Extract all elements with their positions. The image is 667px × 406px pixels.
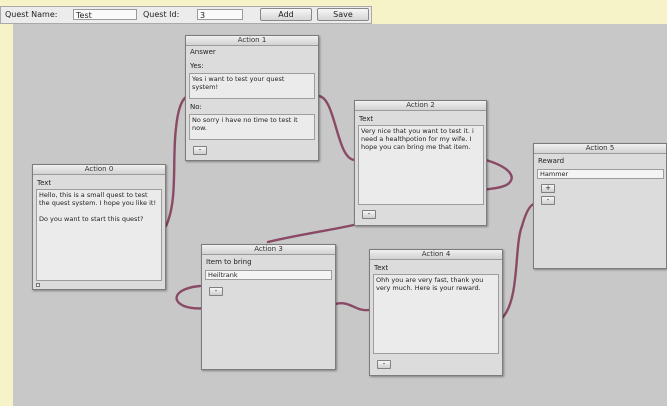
node-type-label: Reward	[538, 157, 565, 165]
connection-action3-action4	[333, 301, 371, 312]
remove-button[interactable]: -	[209, 287, 223, 296]
connection-action1-yes-action2	[316, 94, 357, 162]
connection-action4-action5	[500, 202, 536, 320]
remove-button[interactable]: -	[362, 210, 376, 219]
reward-field[interactable]: Hammer	[537, 169, 664, 179]
node-title[interactable]: Action 1	[186, 36, 318, 46]
node-type-label: Answer	[190, 48, 216, 56]
quest-id-input[interactable]: 3	[197, 9, 243, 20]
node-text-area[interactable]: Ohh you are very fast, thank you very mu…	[373, 274, 499, 354]
node-title[interactable]: Action 2	[355, 101, 486, 111]
yes-label: Yes:	[190, 62, 204, 70]
no-label: No:	[190, 103, 202, 111]
node-action-3[interactable]: Action 3 Item to bring Heiltrank -	[201, 244, 336, 370]
remove-button[interactable]: -	[377, 360, 391, 369]
quest-id-label: Quest Id:	[143, 10, 180, 19]
node-action-1[interactable]: Action 1 Answer Yes: Yes i want to test …	[185, 35, 319, 161]
quest-name-label: Quest Name:	[5, 10, 58, 19]
connection-action2-action3	[266, 220, 368, 244]
node-type-label: Item to bring	[206, 258, 252, 266]
connection-action0-action1	[164, 95, 188, 228]
node-text-area[interactable]: Hello, this is a small quest to test the…	[36, 189, 162, 281]
node-type-label: Text	[374, 264, 389, 272]
node-title[interactable]: Action 5	[534, 144, 666, 154]
remove-button[interactable]: -	[193, 146, 207, 155]
connection-handle-icon[interactable]	[36, 283, 40, 287]
node-title[interactable]: Action 0	[33, 165, 165, 175]
save-button[interactable]: Save	[317, 8, 369, 21]
node-title[interactable]: Action 3	[202, 245, 335, 255]
node-action-4[interactable]: Action 4 Text Ohh you are very fast, tha…	[369, 249, 503, 376]
add-button[interactable]: Add	[260, 8, 312, 21]
node-action-2[interactable]: Action 2 Text Very nice that you want to…	[354, 100, 487, 226]
yes-answer-text[interactable]: Yes i want to test your quest system!	[189, 73, 315, 99]
node-action-0[interactable]: Action 0 Text Hello, this is a small que…	[32, 164, 166, 290]
add-item-button[interactable]: +	[541, 184, 555, 193]
node-type-label: Text	[359, 115, 374, 123]
node-type-label: Text	[37, 179, 52, 187]
node-action-5[interactable]: Action 5 Reward Hammer + -	[533, 143, 667, 269]
quest-name-input[interactable]: Test	[73, 9, 137, 20]
item-to-bring-field[interactable]: Heiltrank	[205, 270, 332, 280]
node-text-area[interactable]: Very nice that you want to test it. i ne…	[358, 125, 484, 205]
remove-button[interactable]: -	[541, 196, 555, 205]
quest-toolbar: Quest Name: Test Quest Id: 3 Add Save	[0, 6, 372, 24]
no-answer-text[interactable]: No sorry i have no time to test it now.	[189, 114, 315, 140]
node-title[interactable]: Action 4	[370, 250, 502, 260]
